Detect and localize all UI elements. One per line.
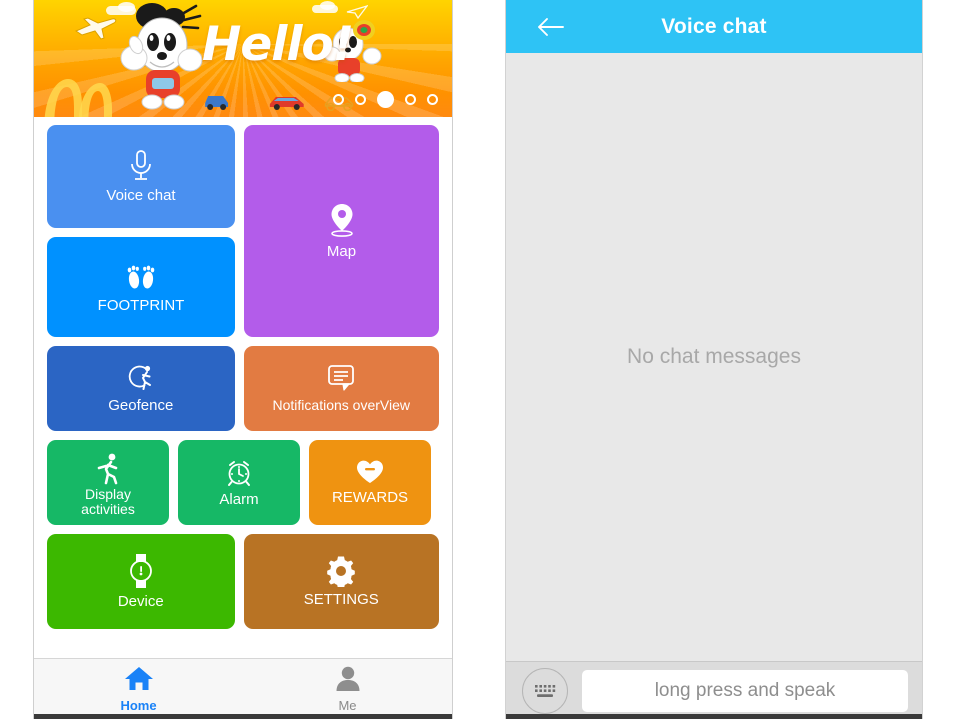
tile-alarm[interactable]: Alarm	[178, 440, 300, 525]
tile-voice-chat[interactable]: Voice chat	[47, 125, 235, 228]
page-dot-active[interactable]	[377, 91, 394, 108]
gear-icon	[325, 555, 357, 587]
bottom-navigation-bar: Home Me	[34, 658, 452, 719]
page-dot[interactable]	[427, 94, 438, 105]
cloud-decoration	[320, 1, 335, 10]
tile-label: Geofence	[108, 396, 174, 414]
heart-icon	[355, 459, 385, 485]
tile-footprint[interactable]: FOOTPRINT	[47, 237, 235, 337]
voice-chat-input-bar: long press and speak	[506, 661, 922, 719]
voice-chat-header: Voice chat	[506, 0, 922, 53]
tile-map[interactable]: Map	[244, 125, 439, 337]
page-dot[interactable]	[355, 94, 366, 105]
house-icon	[124, 665, 154, 696]
tile-row-4: Device SETTINGS	[47, 534, 439, 629]
nav-item-me[interactable]: Me	[243, 659, 452, 719]
home-screen-panel: Hello! Voice chat FOOTPRINT Map Geofence…	[33, 0, 453, 719]
promo-banner[interactable]: Hello!	[34, 0, 452, 117]
tile-row-2: Geofence Notifications overView	[47, 346, 439, 431]
microphone-icon	[126, 149, 156, 183]
back-arrow-icon[interactable]	[536, 14, 566, 40]
tile-label: Voice chat	[106, 186, 176, 204]
voice-chat-title: Voice chat	[661, 14, 767, 38]
tile-geofence[interactable]: Geofence	[47, 346, 235, 431]
keyboard-icon[interactable]	[522, 667, 568, 714]
tile-label: Device	[117, 592, 164, 610]
footprints-icon	[124, 259, 158, 293]
person-icon	[333, 665, 363, 696]
feature-tile-grid: Voice chat FOOTPRINT Map Geofence Notifi…	[34, 117, 452, 644]
voice-chat-panel: Voice chat No chat messages long press a…	[505, 0, 923, 719]
tile-label: Notifications overView	[272, 397, 410, 414]
tile-row-1: Voice chat FOOTPRINT Map	[47, 125, 439, 337]
page-dot[interactable]	[333, 94, 344, 105]
speak-input[interactable]: long press and speak	[582, 669, 908, 712]
tile-rewards[interactable]: REWARDS	[309, 440, 431, 525]
banner-page-indicator[interactable]	[333, 91, 438, 108]
tile-column-left: Voice chat FOOTPRINT	[47, 125, 235, 337]
alarm-clock-icon	[224, 457, 254, 487]
page-dot[interactable]	[405, 94, 416, 105]
nav-label: Me	[338, 698, 357, 713]
tile-label: FOOTPRINT	[97, 297, 185, 315]
screenshot-root: Hello! Voice chat FOOTPRINT Map Geofence…	[0, 0, 960, 719]
nav-item-home[interactable]: Home	[34, 659, 243, 719]
speech-bubble-icon	[325, 363, 357, 393]
empty-state-text: No chat messages	[627, 345, 801, 368]
home-indicator-bar	[506, 714, 922, 719]
tile-settings[interactable]: SETTINGS	[243, 534, 439, 629]
tile-notifications-overview[interactable]: Notifications overView	[243, 346, 439, 431]
chat-message-list: No chat messages	[506, 53, 922, 661]
home-indicator-bar	[34, 714, 452, 719]
tile-row-3: Display activities Alarm REWARDS	[47, 440, 439, 525]
watch-icon	[127, 553, 155, 589]
tile-label: SETTINGS	[303, 590, 379, 608]
tile-display-activities[interactable]: Display activities	[47, 440, 169, 525]
tile-device[interactable]: Device	[47, 534, 235, 629]
runner-icon	[47, 452, 169, 486]
tile-label: REWARDS	[331, 488, 409, 506]
geofence-icon	[125, 363, 157, 393]
banner-greeting-text: Hello!	[202, 17, 354, 72]
tile-label: Alarm	[219, 490, 259, 508]
tile-label: Map	[326, 243, 357, 261]
nav-label: Home	[120, 698, 157, 713]
tile-label: Display activities	[81, 485, 135, 518]
map-pin-icon	[326, 201, 358, 239]
